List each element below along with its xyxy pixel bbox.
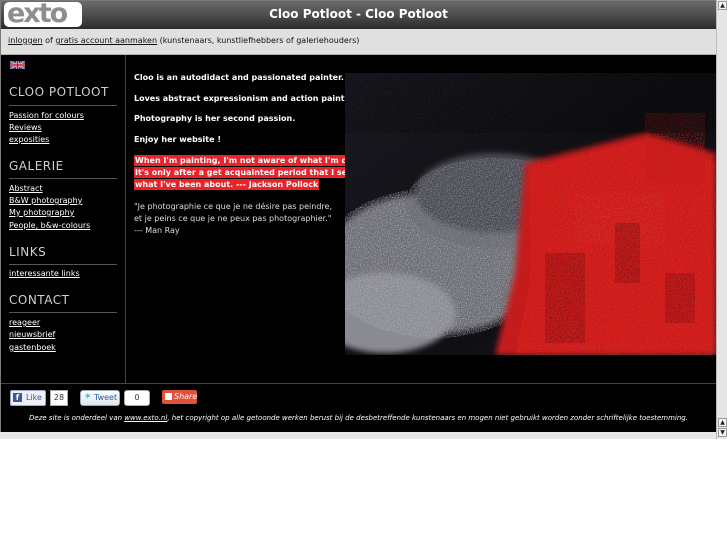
pollock-quote: When I'm painting, I'm not aware of what… [134, 155, 371, 191]
quote-line: It's only after a get acquainted period … [134, 167, 354, 178]
divider [9, 105, 117, 106]
section-title-links: LINKS [9, 245, 47, 259]
scroll-down-arrow-icon[interactable]: ▼ [718, 428, 727, 437]
share-label: Share [174, 392, 198, 401]
nav-link-abstract[interactable]: Abstract [9, 184, 43, 193]
like-label: Like [26, 393, 42, 402]
section-title-galerie: GALERIE [9, 159, 64, 173]
nav-link-reviews[interactable]: Reviews [9, 123, 42, 132]
exto-site-link[interactable]: www.exto.nl [124, 414, 167, 422]
uk-flag-icon[interactable] [10, 61, 25, 69]
scroll-up-arrow-icon[interactable]: ▲ [718, 1, 727, 10]
copyright-prefix: Deze site is onderdeel van [29, 414, 123, 422]
divider [9, 178, 117, 179]
twitter-bird-icon: ✶ [84, 392, 92, 402]
login-link[interactable]: inloggen [8, 36, 43, 45]
nav-link-interessante-links[interactable]: interessante links [9, 269, 80, 278]
login-connector: of [45, 36, 53, 45]
nav-link-nieuwsbrief[interactable]: nieuwsbrief [9, 330, 55, 339]
copyright-notice: Deze site is onderdeel van www.exto.nl, … [1, 414, 716, 422]
scroll-up-arrow-icon[interactable]: ▲ [718, 418, 727, 427]
vertical-scrollbar[interactable]: ▲ ▲ ▼ [716, 0, 727, 439]
footer: f Like 28 ✶ Tweet 0 Share Deze site is o… [1, 383, 716, 432]
share-icon [165, 393, 172, 400]
nav-link-people[interactable]: People, b&w-colours [9, 221, 90, 230]
facebook-icon: f [13, 393, 22, 402]
copyright-suffix: , het copyright op alle getoonde werken … [167, 414, 688, 422]
sidebar: CLOO POTLOOT Passion for colours Reviews… [1, 55, 126, 383]
like-count: 28 [50, 390, 68, 406]
intro-line: Photography is her second passion. [134, 114, 296, 123]
section-title-contact: CONTACT [9, 293, 70, 307]
quote-line: what I've been about. --- Jackson Polloc… [134, 179, 320, 190]
nav-link-reageer[interactable]: reageer [9, 318, 40, 327]
section-title-cloo-potloot: CLOO POTLOOT [9, 85, 109, 99]
login-suffix: (kunstenaars, kunstliefhebbers of galeri… [159, 36, 360, 45]
facebook-like-button[interactable]: f Like [10, 390, 46, 406]
nav-link-gastenboek[interactable]: gastenboek [9, 343, 56, 352]
quote-line: When I'm painting, I'm not aware of what… [134, 155, 371, 166]
tweet-count: 0 [124, 390, 150, 406]
tweet-button[interactable]: ✶ Tweet [80, 390, 120, 406]
page-frame: exto Cloo Potloot - Cloo Potloot inlogge… [0, 0, 716, 433]
share-button[interactable]: Share [162, 390, 197, 404]
nav-link-passion-for-colours[interactable]: Passion for colours [9, 111, 84, 120]
site-header: exto Cloo Potloot - Cloo Potloot [1, 1, 716, 29]
abstract-painting-image[interactable] [345, 73, 716, 355]
nav-link-bw-photography[interactable]: B&W photography [9, 196, 82, 205]
page-title: Cloo Potloot - Cloo Potloot [269, 7, 448, 21]
nav-link-exposities[interactable]: exposities [9, 135, 49, 144]
tweet-label: Tweet [94, 393, 118, 402]
main-content: Cloo is an autodidact and passionated pa… [126, 55, 716, 383]
horizontal-scrollbar[interactable] [0, 432, 716, 439]
nav-link-my-photography[interactable]: My photography [9, 208, 74, 217]
divider [9, 312, 117, 313]
login-bar: inloggen of gratis account aanmaken (kun… [1, 29, 716, 55]
intro-line: Enjoy her website ! [134, 135, 221, 144]
create-account-link[interactable]: gratis account aanmaken [55, 36, 157, 45]
intro-line: Loves abstract expressionism and action … [134, 94, 362, 103]
intro-line: Cloo is an autodidact and passionated pa… [134, 73, 344, 82]
divider [9, 264, 117, 265]
man-ray-quote: "Je photographie ce que je ne désire pas… [134, 202, 332, 235]
